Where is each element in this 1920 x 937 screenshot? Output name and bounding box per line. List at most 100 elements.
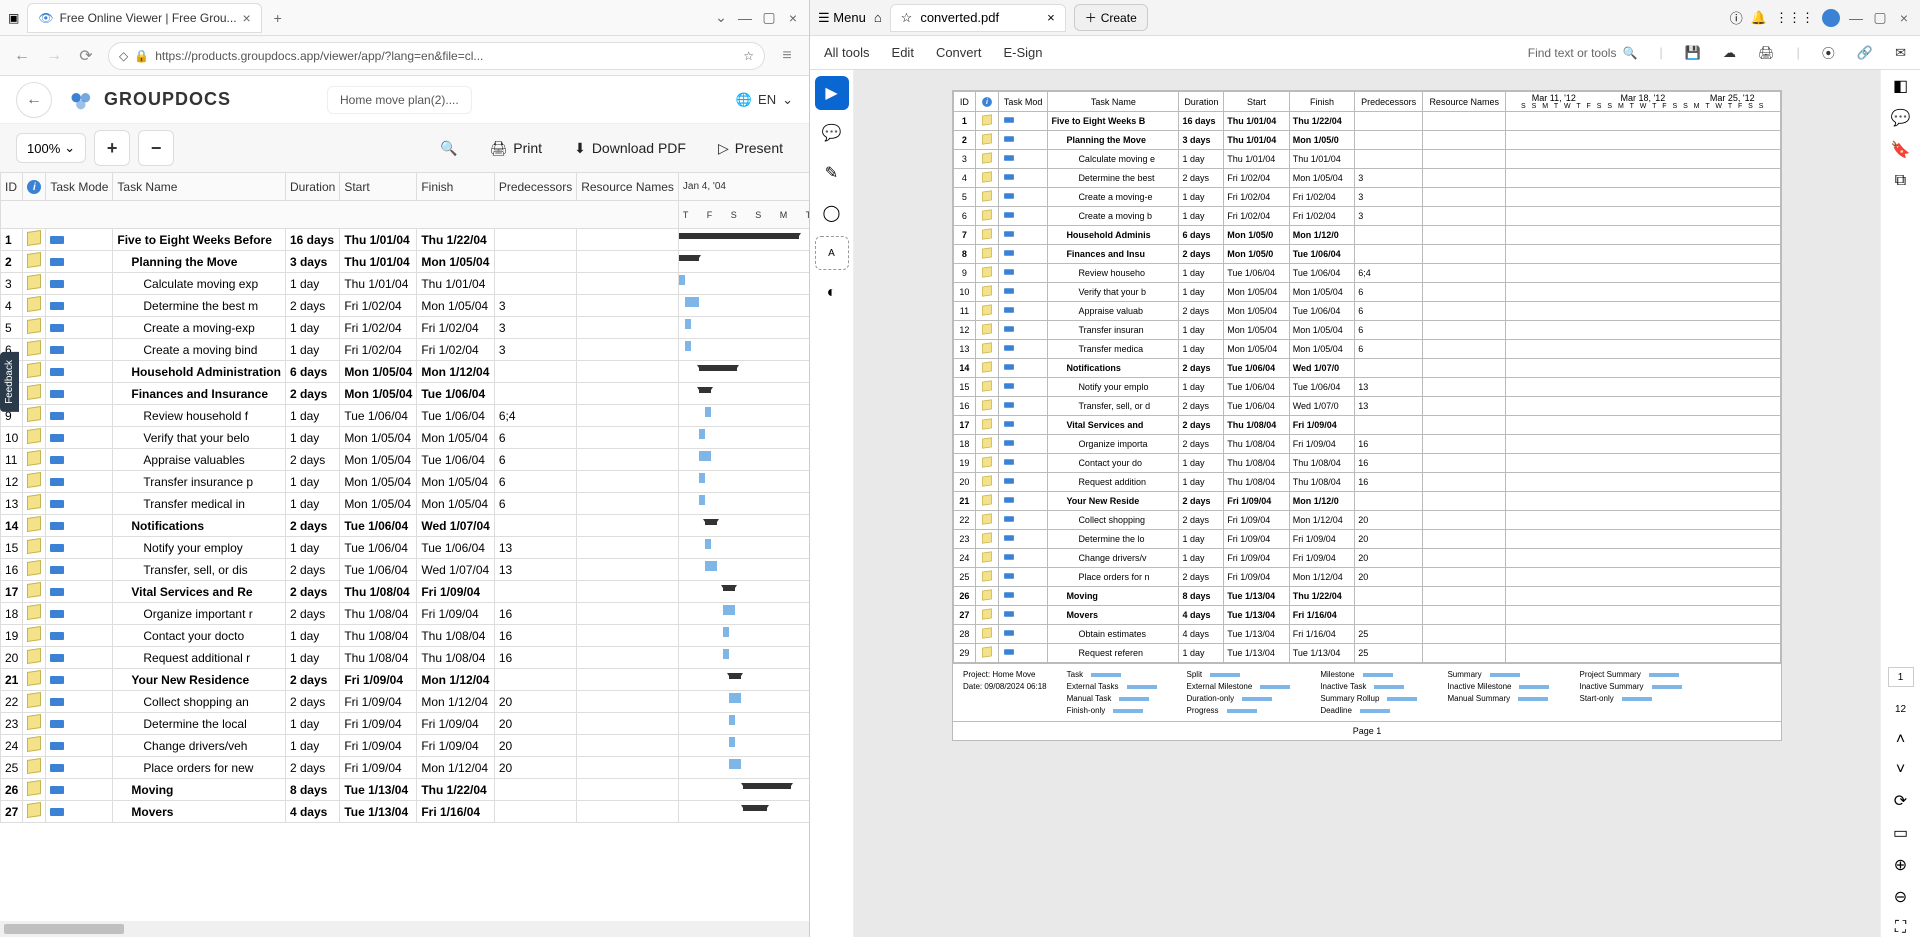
table-row[interactable]: 11 Appraise valuables 2 days Mon 1/05/04…	[1, 449, 810, 471]
zoom-out-button[interactable]: −	[138, 130, 174, 166]
lang-selector[interactable]: 🌐 EN ⌄	[736, 92, 793, 108]
table-row[interactable]: 1 Five to Eight Weeks Before 16 days Thu…	[1, 229, 810, 251]
url-input[interactable]: ◇ 🔒 https://products.groupdocs.app/viewe…	[108, 42, 765, 70]
search-button[interactable]: 🔍	[430, 134, 467, 163]
page-count[interactable]: 12	[1888, 699, 1914, 719]
forward-button[interactable]: →	[44, 46, 64, 66]
chevron-down-icon[interactable]: ⌄	[713, 10, 729, 26]
table-row[interactable]: 16 Transfer, sell, or dis 2 days Tue 1/0…	[1, 559, 810, 581]
browser-tab[interactable]: 👁 Free Online Viewer | Free Grou... ×	[27, 3, 261, 33]
download-button[interactable]: ⬇Download PDF	[564, 134, 696, 163]
print-icon[interactable]: 🖨	[1758, 45, 1775, 61]
page-fit-icon[interactable]: ▭	[1893, 823, 1908, 843]
table-row[interactable]: 17 Vital Services and Re 2 days Thu 1/08…	[1, 581, 810, 603]
chevron-up-icon[interactable]: ˄	[1896, 731, 1905, 749]
close-icon[interactable]: ×	[243, 10, 251, 26]
viewer-main[interactable]: Feedback ID i Task Mode Task Name Durati…	[0, 172, 809, 921]
workspace-icon[interactable]: ▣	[8, 11, 19, 25]
table-row[interactable]: 24 Change drivers/veh 1 day Fri 1/09/04 …	[1, 735, 810, 757]
header-predecessors[interactable]: Predecessors	[494, 173, 576, 201]
erase-tool[interactable]: ◐	[815, 276, 849, 310]
header-resources[interactable]: Resource Names	[577, 173, 679, 201]
table-row[interactable]: 4 Determine the best m 2 days Fri 1/02/0…	[1, 295, 810, 317]
nav-esign[interactable]: E-Sign	[1003, 45, 1042, 60]
header-finish[interactable]: Finish	[417, 173, 494, 201]
pdf-search[interactable]: Find text or tools🔍	[1528, 46, 1638, 60]
table-row[interactable]: 21 Your New Residence 2 days Fri 1/09/04…	[1, 669, 810, 691]
nav-convert[interactable]: Convert	[936, 45, 982, 60]
maximize-button[interactable]: ▢	[1872, 10, 1888, 26]
table-row[interactable]: 25 Place orders for new 2 days Fri 1/09/…	[1, 757, 810, 779]
text-tool[interactable]: A	[815, 236, 849, 270]
header-duration[interactable]: Duration	[285, 173, 339, 201]
star-icon[interactable]: ☆	[901, 10, 913, 26]
zoom-in-icon[interactable]: ⊕	[1894, 855, 1907, 875]
save-icon[interactable]: 💾	[1685, 45, 1701, 61]
maximize-button[interactable]: ▢	[761, 10, 777, 26]
header-id[interactable]: ID	[1, 173, 23, 201]
header-task-mode[interactable]: Task Mode	[46, 173, 113, 201]
star-icon[interactable]: ☆	[743, 49, 754, 63]
table-row[interactable]: 13 Transfer medical in 1 day Mon 1/05/04…	[1, 493, 810, 515]
pdf-content[interactable]: ID i Task Mod Task Name Duration Start F…	[854, 70, 1880, 937]
table-row[interactable]: 7 Household Administration 6 days Mon 1/…	[1, 361, 810, 383]
zoom-out-icon[interactable]: ⊖	[1894, 887, 1907, 907]
chevron-down-icon[interactable]: ˅	[1896, 761, 1905, 779]
table-row[interactable]: 15 Notify your employ 1 day Tue 1/06/04 …	[1, 537, 810, 559]
zoom-selector[interactable]: 100% ⌄	[16, 133, 86, 163]
close-window-button[interactable]: ×	[1896, 10, 1912, 26]
minimize-button[interactable]: —	[737, 10, 753, 26]
menu-button[interactable]: ≡	[777, 46, 797, 66]
nav-edit[interactable]: Edit	[892, 45, 914, 60]
table-row[interactable]: 5 Create a moving-exp 1 day Fri 1/02/04 …	[1, 317, 810, 339]
page-thumb[interactable]: 1	[1888, 667, 1914, 687]
horizontal-scrollbar[interactable]	[0, 921, 809, 937]
mail-icon[interactable]: ✉	[1895, 45, 1906, 61]
header-task-name[interactable]: Task Name	[113, 173, 286, 201]
fullscreen-icon[interactable]: ⛶	[1895, 919, 1906, 937]
table-row[interactable]: 8 Finances and Insurance 2 days Mon 1/05…	[1, 383, 810, 405]
chat-icon[interactable]: 💬	[1891, 108, 1911, 128]
select-tool[interactable]: ▶	[815, 76, 849, 110]
table-row[interactable]: 19 Contact your docto 1 day Thu 1/08/04 …	[1, 625, 810, 647]
table-row[interactable]: 10 Verify that your belo 1 day Mon 1/05/…	[1, 427, 810, 449]
back-button[interactable]: ←	[12, 46, 32, 66]
home-icon[interactable]: ⌂	[874, 10, 882, 25]
table-row[interactable]: 18 Organize important r 2 days Thu 1/08/…	[1, 603, 810, 625]
pdf-tab[interactable]: ☆ converted.pdf ×	[890, 4, 1066, 32]
bell-icon[interactable]: 🔔	[1751, 10, 1767, 26]
table-row[interactable]: 2 Planning the Move 3 days Thu 1/01/04 M…	[1, 251, 810, 273]
create-button[interactable]: ＋Create	[1074, 4, 1148, 31]
table-row[interactable]: 27 Movers 4 days Tue 1/13/04 Fri 1/16/04	[1, 801, 810, 823]
close-window-button[interactable]: ×	[785, 10, 801, 26]
apps-icon[interactable]: ⋮⋮⋮	[1775, 10, 1814, 26]
bookmark-icon[interactable]: 🔖	[1891, 140, 1911, 160]
present-button[interactable]: ▷Present	[708, 134, 793, 163]
close-icon[interactable]: ×	[1047, 10, 1055, 25]
link-icon[interactable]: 🔗	[1857, 45, 1873, 61]
app-back-button[interactable]: ←	[16, 82, 52, 118]
print-button[interactable]: 🖨Print	[480, 134, 553, 163]
gantt-header[interactable]: Jan 4, '04	[678, 173, 809, 201]
menu-button[interactable]: ☰ Menu	[818, 10, 866, 26]
nav-all-tools[interactable]: All tools	[824, 45, 870, 60]
draw-tool[interactable]: ✎	[815, 156, 849, 190]
header-info[interactable]: i	[23, 173, 46, 201]
redact-icon[interactable]: ⦿	[1822, 43, 1835, 62]
comment-tool[interactable]: 💬	[815, 116, 849, 150]
table-row[interactable]: 12 Transfer insurance p 1 day Mon 1/05/0…	[1, 471, 810, 493]
table-row[interactable]: 9 Review household f 1 day Tue 1/06/04 T…	[1, 405, 810, 427]
table-row[interactable]: 22 Collect shopping an 2 days Fri 1/09/0…	[1, 691, 810, 713]
avatar[interactable]	[1822, 9, 1840, 27]
table-row[interactable]: 3 Calculate moving exp 1 day Thu 1/01/04…	[1, 273, 810, 295]
filename-chip[interactable]: Home move plan(2)....	[327, 86, 472, 114]
copy-icon[interactable]: ⧉	[1895, 172, 1906, 190]
table-row[interactable]: 14 Notifications 2 days Tue 1/06/04 Wed …	[1, 515, 810, 537]
feedback-tab[interactable]: Feedback	[0, 352, 19, 412]
help-icon[interactable]: ⓘ	[1730, 8, 1743, 27]
new-tab-button[interactable]: +	[270, 10, 286, 26]
panel-icon[interactable]: ◧	[1893, 76, 1908, 96]
table-row[interactable]: 6 Create a moving bind 1 day Fri 1/02/04…	[1, 339, 810, 361]
reload-button[interactable]: ⟳	[76, 46, 96, 66]
lasso-tool[interactable]: ◯	[815, 196, 849, 230]
